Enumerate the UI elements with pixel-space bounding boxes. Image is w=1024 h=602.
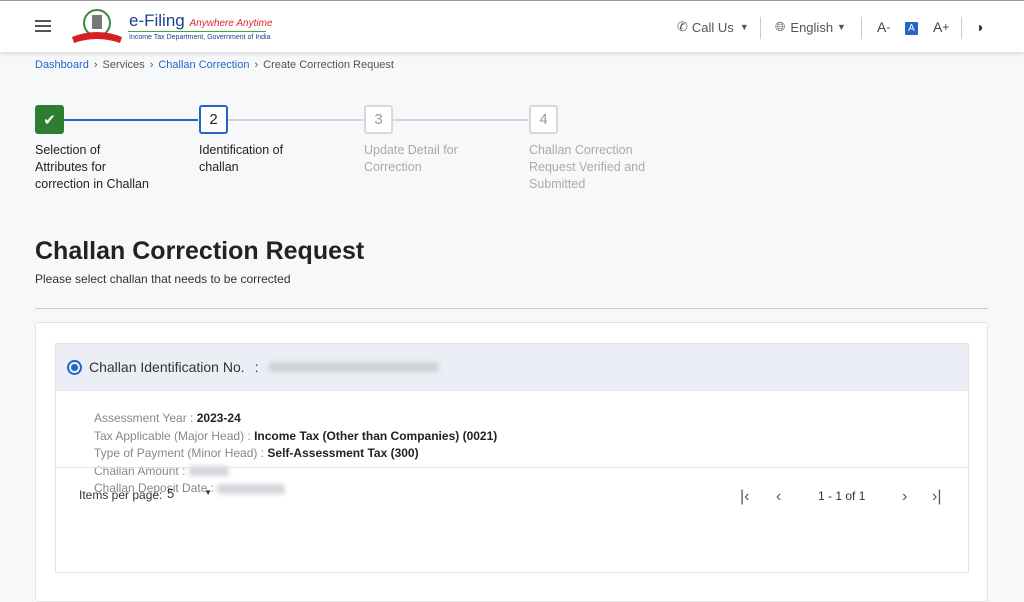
detail-value: Income Tax (Other than Companies) (0021) <box>254 428 498 443</box>
brand-title[interactable]: e-Filing Anywhere Anytime <box>129 11 272 31</box>
breadcrumb-dashboard[interactable]: Dashboard <box>35 59 89 71</box>
first-page-icon[interactable]: |‹ <box>740 488 749 506</box>
breadcrumb-challan-correction[interactable]: Challan Correction <box>158 59 249 71</box>
call-us-button[interactable]: ✆ Call Us ▼ <box>677 17 749 37</box>
chevron-right-icon: › <box>93 59 98 71</box>
divider <box>35 308 988 309</box>
detail-row: Assessment Year : 2023-24 <box>94 411 241 425</box>
font-decrease-button[interactable]: A- <box>877 17 890 37</box>
step-2-label: Identification of challan <box>199 143 284 174</box>
brand-name: e-Filing <box>129 11 185 30</box>
chevron-right-icon: › <box>254 59 259 71</box>
step-1-label: Selection of Attributes for correction i… <box>35 143 149 191</box>
top-header: e-Filing Anywhere Anytime Income Tax Dep… <box>0 0 1024 52</box>
step-connector <box>393 119 528 121</box>
font-increase-icon: A <box>933 19 943 35</box>
page-title: Challan Correction Request <box>35 237 365 265</box>
next-page-icon[interactable]: › <box>902 488 907 506</box>
divider <box>760 17 761 39</box>
brand-subtitle: Income Tax Department, Government of Ind… <box>129 34 271 41</box>
chevron-down-icon: ▼ <box>837 22 846 32</box>
challan-id-label: Challan Identification No. <box>89 359 245 375</box>
divider <box>961 17 962 39</box>
font-increase-button[interactable]: A + <box>933 17 949 37</box>
dropdown-arrow-icon: ▼ <box>204 488 212 497</box>
detail-label: Tax Applicable (Major Head) <box>94 428 245 443</box>
challan-id-redacted <box>268 362 439 372</box>
challan-header[interactable]: Challan Identification No. : <box>56 344 968 391</box>
chevron-down-icon: ▼ <box>739 22 749 32</box>
breadcrumb-services: Services <box>102 59 145 71</box>
language-select[interactable]: 🌐︎ English ▼ <box>775 17 846 37</box>
items-per-page-value: 5 <box>167 486 175 501</box>
breadcrumb-current: Create Correction Request <box>263 59 394 71</box>
globe-icon: 🌐︎ <box>775 19 786 34</box>
menu-icon[interactable] <box>35 20 51 32</box>
detail-row: Tax Applicable (Major Head) : Income Tax… <box>94 428 498 443</box>
step-2-active: 2 <box>199 105 228 134</box>
page-range: 1 - 1 of 1 <box>818 489 866 503</box>
font-decrease-icon: A <box>877 19 887 35</box>
challan-radio[interactable] <box>67 359 82 375</box>
last-page-icon[interactable]: ›| <box>932 488 941 506</box>
step-4: 4 <box>529 105 558 134</box>
separator: : <box>254 359 259 375</box>
detail-row: Type of Payment (Minor Head) : Self-Asse… <box>94 446 419 460</box>
call-us-label: Call Us <box>691 19 734 35</box>
step-3: 3 <box>364 105 393 134</box>
detail-label: Assessment Year <box>94 411 187 425</box>
challan-item: Challan Identification No. : Assessment … <box>55 343 969 573</box>
font-reset-icon: A <box>908 23 915 34</box>
divider <box>861 17 862 39</box>
detail-value: Self-Assessment Tax (300) <box>267 446 419 460</box>
brand-underline <box>128 31 266 32</box>
detail-value: 2023-24 <box>196 411 241 425</box>
language-label: English <box>790 19 834 35</box>
phone-icon: ✆ <box>677 19 688 34</box>
emblem-logo <box>72 9 122 43</box>
contrast-toggle-icon[interactable]: ◑ <box>975 17 983 37</box>
font-reset-button[interactable]: A <box>905 22 918 35</box>
step-connector <box>228 119 363 121</box>
detail-label: Type of Payment (Minor Head) <box>94 446 258 460</box>
challan-list-card: Challan Identification No. : Assessment … <box>35 322 988 602</box>
prev-page-icon[interactable]: ‹ <box>776 488 781 506</box>
paginator: Items per page: 5 ▼ |‹ ‹ 1 - 1 of 1 › ›| <box>56 467 968 525</box>
items-per-page-label: Items per page: <box>79 488 163 502</box>
step-4-label: Challan Correction Request Verified and … <box>529 143 646 191</box>
page-subtitle: Please select challan that needs to be c… <box>35 272 291 286</box>
check-icon: ✔ <box>43 111 56 129</box>
chevron-right-icon: › <box>149 59 154 71</box>
items-per-page-select[interactable]: 5 ▼ <box>167 486 212 501</box>
breadcrumb: Dashboard › Services › Challan Correction ›… <box>35 59 394 71</box>
step-connector <box>64 119 198 121</box>
step-1-done: ✔ <box>35 105 64 134</box>
step-3-label: Update Detail for Correction <box>364 143 458 174</box>
brand-tagline: Anywhere Anytime <box>189 18 273 29</box>
